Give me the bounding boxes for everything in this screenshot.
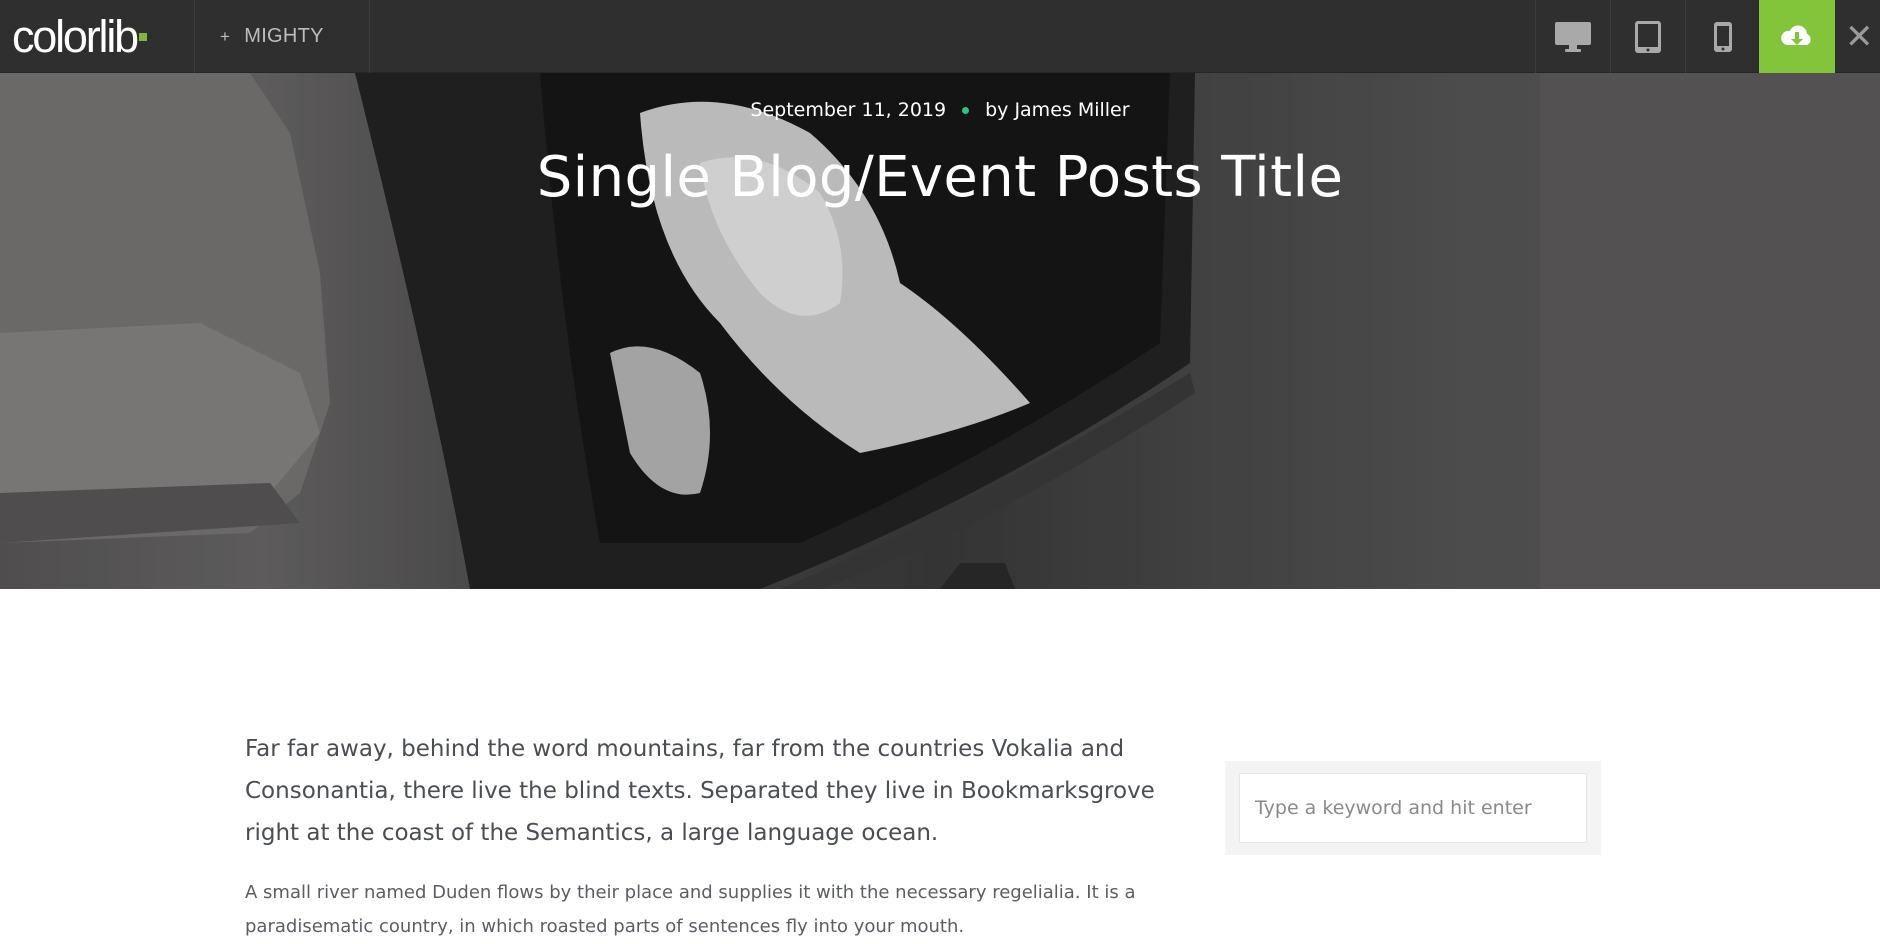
mobile-view-button[interactable] [1685, 0, 1759, 73]
plus-icon: + [220, 26, 231, 46]
tablet-icon [1634, 20, 1661, 53]
page-title: Single Blog/Event Posts Title [536, 145, 1344, 210]
meta-separator-dot [962, 107, 970, 114]
sidebar-search-widget [1225, 761, 1601, 855]
download-button[interactable] [1759, 0, 1835, 73]
desktop-icon [1554, 21, 1591, 52]
colorlib-logo[interactable]: colorlib [0, 0, 195, 73]
logo-dot [138, 32, 147, 41]
article-paragraph: A small river named Duden flows by their… [245, 882, 1136, 937]
hero-banner: September 11, 2019 by James Miller Single… [0, 73, 1880, 589]
article-lead-paragraph: Far far away, behind the word mountains,… [245, 736, 1155, 846]
preview-toolbar: colorlib + MIGHTY ✕ [0, 0, 1880, 73]
post-date[interactable]: September 11, 2019 [750, 99, 946, 121]
search-input[interactable] [1239, 773, 1587, 843]
logo-text: colorlib [12, 11, 139, 62]
desktop-view-button[interactable] [1535, 0, 1609, 73]
theme-name: MIGHTY [244, 25, 324, 47]
tablet-view-button[interactable] [1610, 0, 1684, 73]
close-icon: ✕ [1845, 16, 1874, 57]
cloud-download-icon [1781, 24, 1811, 45]
close-preview-button[interactable]: ✕ [1845, 0, 1880, 73]
theme-selector-button[interactable]: + MIGHTY [196, 0, 370, 73]
post-author[interactable]: by James Miller [985, 99, 1129, 121]
post-meta: September 11, 2019 by James Miller [0, 99, 1880, 121]
mobile-icon [1713, 21, 1732, 52]
